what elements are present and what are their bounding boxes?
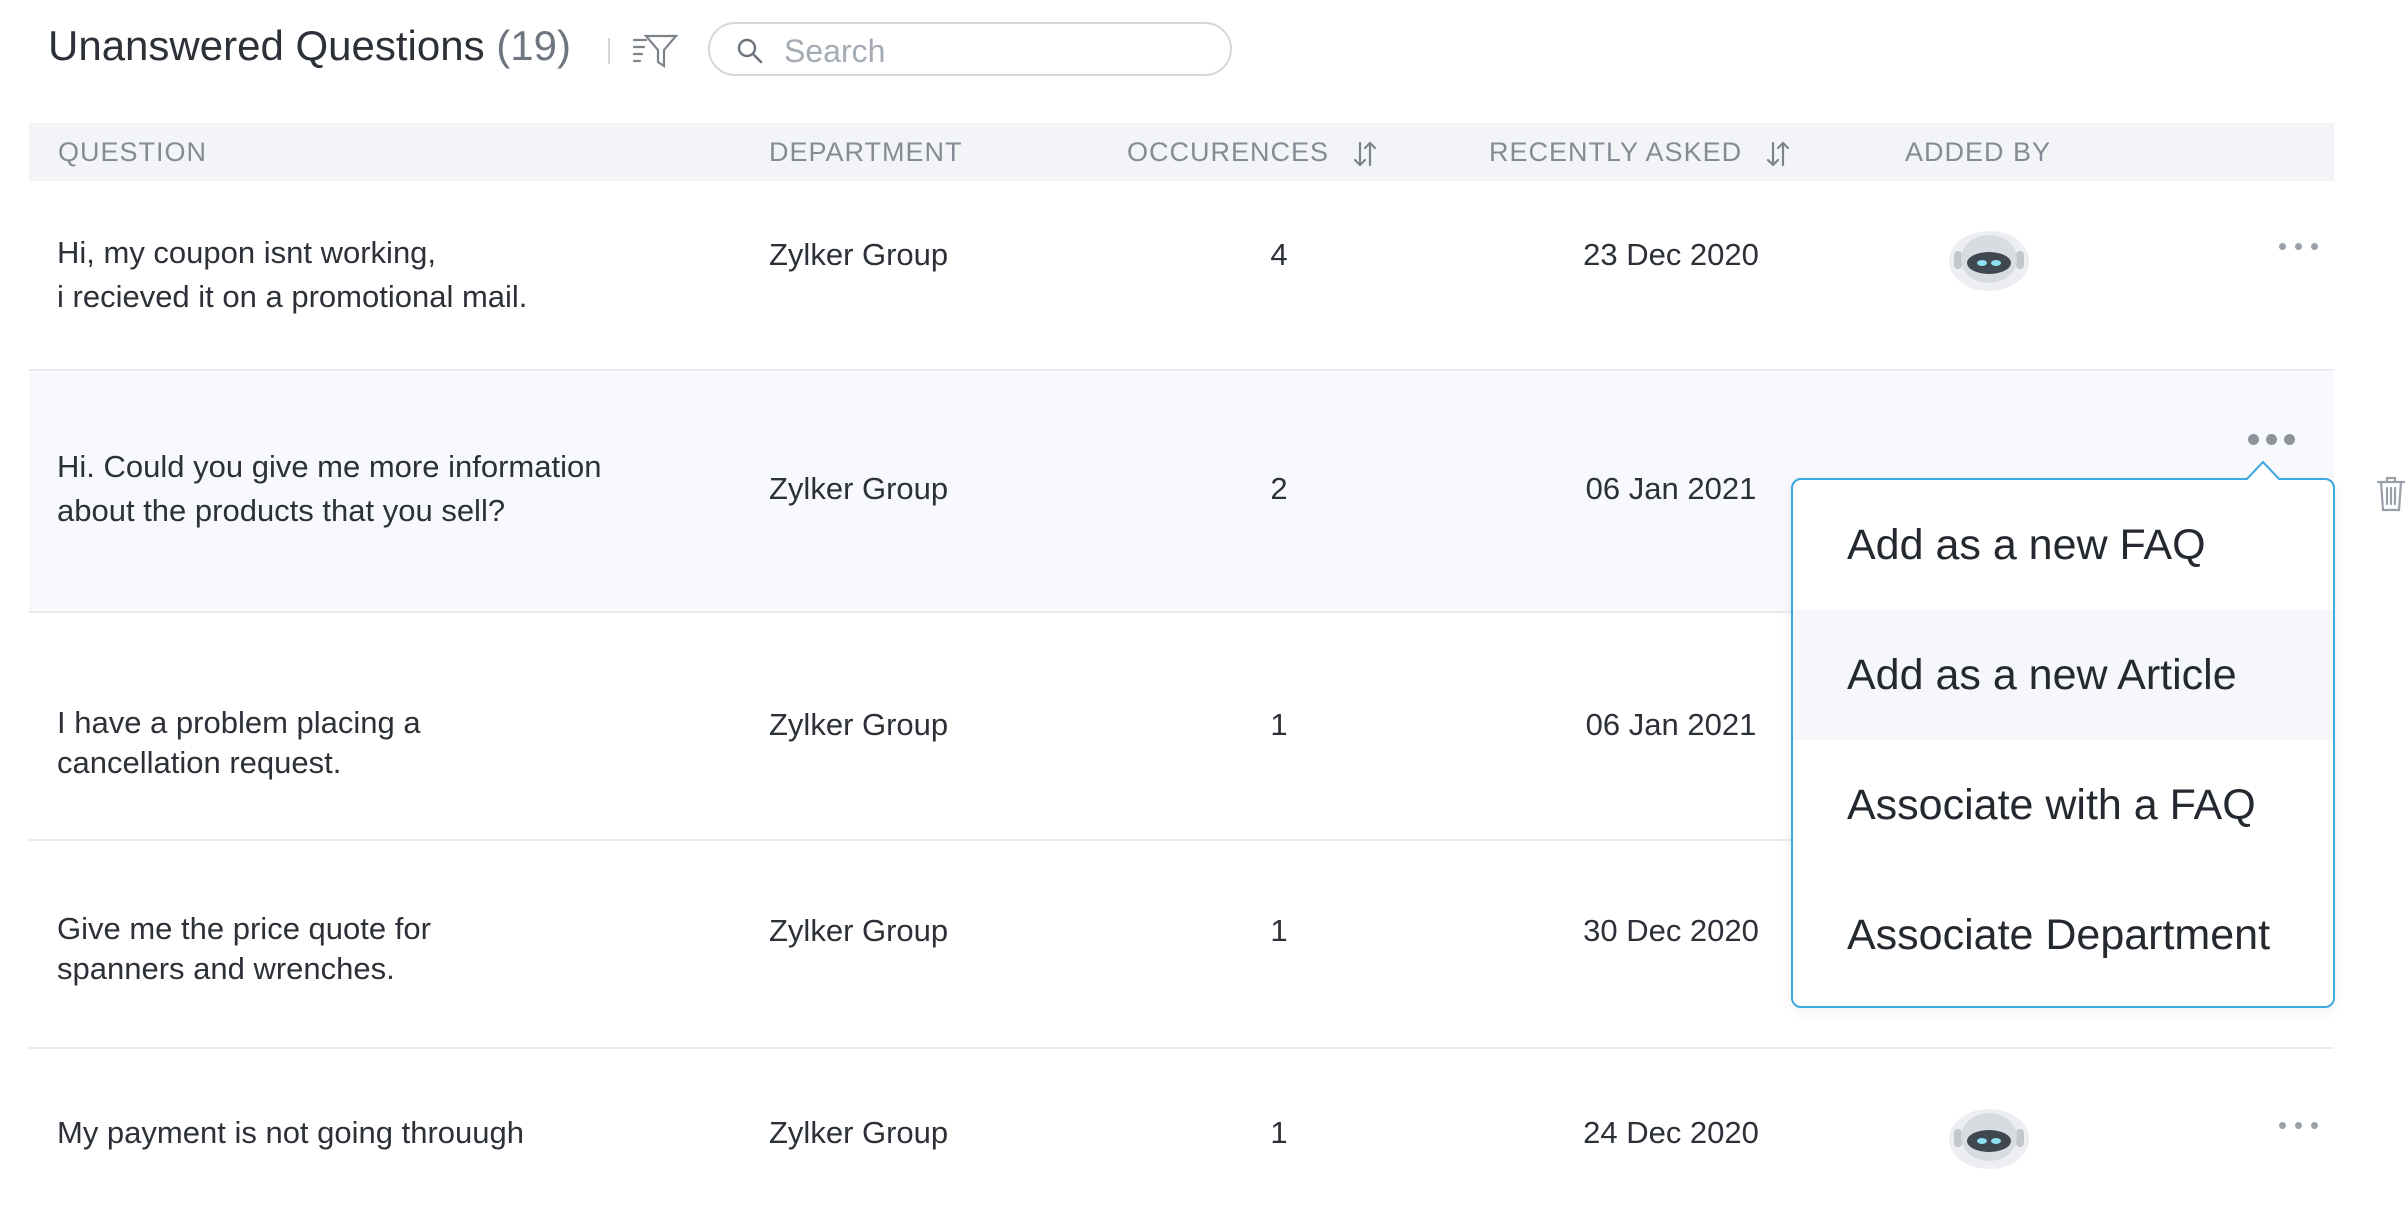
recently-asked-cell: 24 Dec 2020 <box>1583 1115 1759 1150</box>
column-recently-asked-label: RECENTLY ASKED <box>1489 137 1743 167</box>
question-count: (19) <box>496 22 571 69</box>
department-cell: Zylker Group <box>769 471 949 506</box>
bot-avatar-icon <box>1949 231 2029 291</box>
occurences-cell: 1 <box>1270 913 1288 948</box>
menu-item-associate-faq[interactable]: Associate with a FAQ <box>1793 740 2333 870</box>
department-cell: Zylker Group <box>769 707 949 742</box>
occurences-cell: 2 <box>1270 471 1288 506</box>
question-cell: Hi. Could you give me more information a… <box>57 445 601 533</box>
occurences-cell: 1 <box>1270 1115 1288 1150</box>
table-row[interactable]: My payment is not going throuugh Zylker … <box>29 1049 2334 1214</box>
table-row[interactable]: Hi, my coupon isnt working, i recieved i… <box>29 181 2334 371</box>
more-options-icon[interactable] <box>2242 424 2302 454</box>
menu-caret <box>2245 460 2281 482</box>
bot-avatar-icon <box>1949 1109 2029 1169</box>
department-cell: Zylker Group <box>769 1115 949 1150</box>
question-text-line: spanners and wrenches. <box>57 951 395 986</box>
column-occurences[interactable]: OCCURENCES <box>1127 123 1380 181</box>
toolbar: Unanswered Questions (19) <box>0 0 2406 110</box>
page-title: Unanswered Questions (19) <box>48 22 571 70</box>
search-icon <box>737 38 763 64</box>
sort-arrows-icon[interactable] <box>1350 139 1380 169</box>
question-cell: I have a problem placing a cancellation … <box>57 703 421 783</box>
question-cell: Give me the price quote for spanners and… <box>57 909 431 989</box>
occurences-cell: 1 <box>1270 707 1288 742</box>
question-cell: My payment is not going throuugh <box>57 1111 524 1155</box>
question-cell: Hi, my coupon isnt working, i recieved i… <box>57 231 527 319</box>
column-added-by: ADDED BY <box>1905 137 2052 167</box>
occurences-cell: 4 <box>1270 237 1288 272</box>
recently-asked-cell: 30 Dec 2020 <box>1583 913 1759 948</box>
department-cell: Zylker Group <box>769 913 949 948</box>
more-options-icon[interactable] <box>2269 231 2329 261</box>
department-cell: Zylker Group <box>769 237 949 272</box>
more-options-icon[interactable] <box>2269 1110 2329 1140</box>
column-question: QUESTION <box>58 137 208 167</box>
page-title-text: Unanswered Questions <box>48 22 485 69</box>
question-text-line: My payment is not going throuugh <box>57 1115 524 1150</box>
recently-asked-cell: 23 Dec 2020 <box>1583 237 1759 272</box>
search-box[interactable] <box>708 22 1232 76</box>
recently-asked-cell: 06 Jan 2021 <box>1585 707 1757 742</box>
sort-arrows-icon[interactable] <box>1763 139 1793 169</box>
divider <box>608 38 610 64</box>
question-text-line: cancellation request. <box>57 745 342 780</box>
column-occurences-label: OCCURENCES <box>1127 137 1330 167</box>
trash-icon[interactable] <box>2374 474 2406 514</box>
menu-item-add-article[interactable]: Add as a new Article <box>1793 610 2333 740</box>
menu-item-add-faq[interactable]: Add as a new FAQ <box>1793 480 2333 610</box>
question-text-line: about the products that you sell? <box>57 493 506 528</box>
question-text-line: Hi, my coupon isnt working, <box>57 235 437 270</box>
search-input[interactable] <box>782 32 1206 70</box>
question-text-line: i recieved it on a promotional mail. <box>57 279 528 314</box>
menu-item-associate-department[interactable]: Associate Department <box>1793 870 2333 1000</box>
table-header: QUESTION DEPARTMENT OCCURENCES RECENTLY … <box>29 123 2334 181</box>
question-text-line: Give me the price quote for <box>57 911 431 946</box>
sort-filter-icon <box>632 34 679 69</box>
recently-asked-cell: 06 Jan 2021 <box>1585 471 1757 506</box>
column-recently-asked[interactable]: RECENTLY ASKED <box>1489 123 1793 181</box>
question-text-line: Hi. Could you give me more information <box>57 449 602 484</box>
context-menu: Add as a new FAQ Add as a new Article As… <box>1791 460 2335 1008</box>
filter-button[interactable] <box>630 28 680 74</box>
question-text-line: I have a problem placing a <box>57 705 421 740</box>
column-department: DEPARTMENT <box>769 137 963 167</box>
